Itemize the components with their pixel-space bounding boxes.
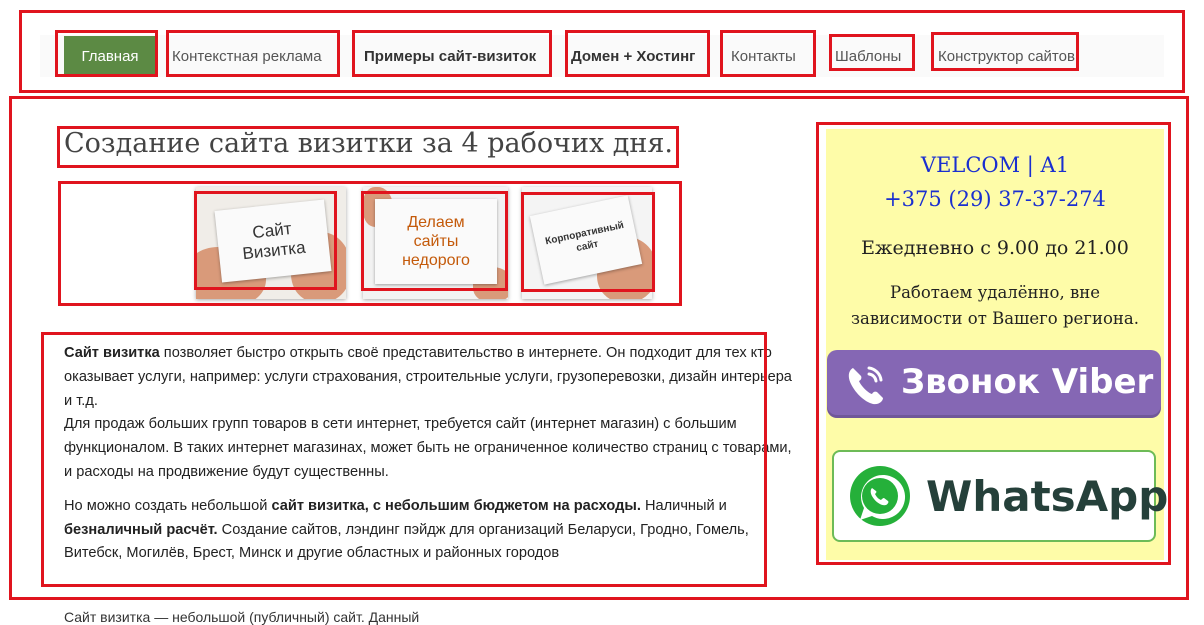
highlight-box <box>166 30 340 77</box>
highlight-box <box>720 30 816 77</box>
highlight-box <box>829 34 915 71</box>
bottom-text: Сайт визитка — небольшой (публичный) сай… <box>64 609 420 625</box>
highlight-box <box>521 192 655 292</box>
highlight-box <box>816 122 1171 565</box>
highlight-box <box>565 30 710 77</box>
highlight-box <box>41 332 767 587</box>
highlight-box <box>55 30 158 77</box>
highlight-box <box>352 30 552 77</box>
highlight-box <box>931 32 1079 71</box>
highlight-box <box>57 126 679 168</box>
highlight-box <box>194 191 337 290</box>
highlight-box <box>361 191 508 291</box>
